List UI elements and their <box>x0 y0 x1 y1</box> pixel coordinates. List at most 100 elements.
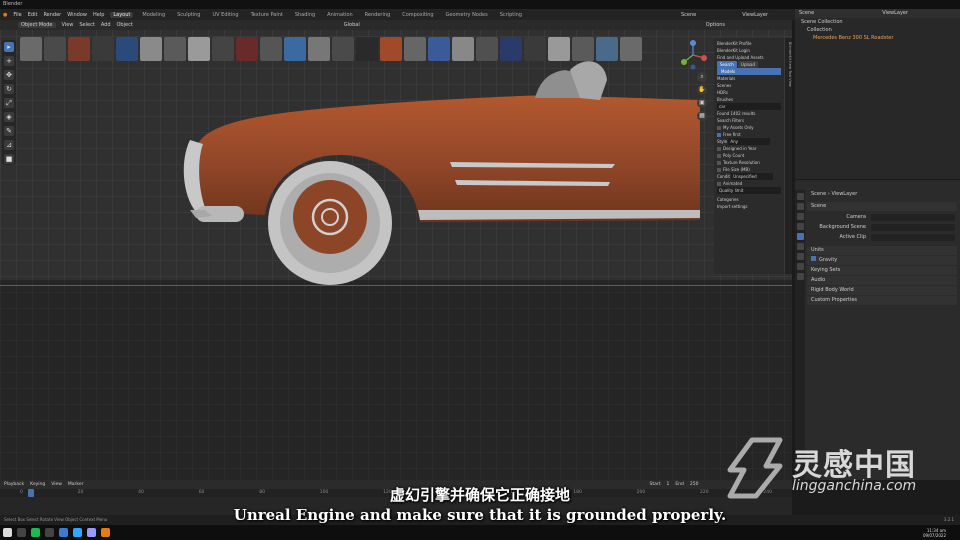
world-tab-icon[interactable] <box>796 243 804 250</box>
tab-modeling[interactable]: Modeling <box>139 12 168 18</box>
asset-thumbnail[interactable] <box>116 37 138 61</box>
asset-thumbnail[interactable] <box>140 37 162 61</box>
asset-thumbnail[interactable] <box>572 37 594 61</box>
animated-checkbox[interactable] <box>717 182 721 186</box>
move-tool-icon[interactable]: ✥ <box>4 70 14 80</box>
measure-tool-icon[interactable]: ⊿ <box>4 140 14 150</box>
audio-section-header[interactable]: Audio <box>807 276 957 285</box>
asset-thumbnail[interactable] <box>212 37 234 61</box>
scene-tab-icon[interactable] <box>796 233 804 240</box>
blenderkit-login-button[interactable]: BlenderKit Login <box>717 47 781 54</box>
menu-window[interactable]: Window <box>67 12 87 18</box>
asset-thumbnail[interactable] <box>92 37 114 61</box>
render-tab-icon[interactable] <box>796 203 804 210</box>
asset-thumbnail[interactable] <box>308 37 330 61</box>
my-assets-checkbox[interactable] <box>717 126 721 130</box>
scene-selector[interactable]: Scene <box>681 12 696 18</box>
blender-taskbar-icon[interactable] <box>101 528 110 537</box>
view-layer-tab-icon[interactable] <box>796 223 804 230</box>
outliner-row-collection[interactable]: Collection <box>795 26 960 34</box>
categories-header[interactable]: Categories <box>717 196 781 203</box>
outliner-row-car-object[interactable]: Mercedes Benz 300 SL Roadster <box>795 34 960 42</box>
asset-thumbnail[interactable] <box>548 37 570 61</box>
asset-thumbnail[interactable] <box>524 37 546 61</box>
asset-thumbnail[interactable] <box>188 37 210 61</box>
asset-thumbnail[interactable] <box>332 37 354 61</box>
asset-thumbnail[interactable] <box>404 37 426 61</box>
car-model[interactable] <box>0 60 792 300</box>
condition-dropdown[interactable]: Unspecified <box>731 173 774 180</box>
physics-tab-icon[interactable] <box>796 273 804 280</box>
asset-type-materials[interactable]: Materials <box>717 75 781 82</box>
tab-compositing[interactable]: Compositing <box>399 12 436 18</box>
asset-type-models[interactable]: Models <box>717 68 781 75</box>
menu-help[interactable]: Help <box>93 12 104 18</box>
scale-tool-icon[interactable]: ⤢ <box>4 98 14 108</box>
cursor-tool-icon[interactable]: + <box>4 56 14 66</box>
scene-section-header[interactable]: Scene <box>807 202 957 211</box>
add-cube-tool-icon[interactable]: ■ <box>4 154 14 164</box>
menu-edit[interactable]: Edit <box>28 12 38 18</box>
view-layer-selector[interactable]: ViewLayer <box>742 12 768 18</box>
zoom-icon[interactable]: ⌕ <box>697 72 707 82</box>
tab-geometry-nodes[interactable]: Geometry Nodes <box>443 12 491 18</box>
file-explorer-icon[interactable] <box>45 528 54 537</box>
windows-start-icon[interactable] <box>3 528 12 537</box>
blenderkit-profile-header[interactable]: BlenderKit Profile <box>717 40 781 47</box>
modifier-tab-icon[interactable] <box>796 263 804 270</box>
units-section-header[interactable]: Units <box>807 246 957 255</box>
asset-thumbnail[interactable] <box>68 37 90 61</box>
asset-thumbnail[interactable] <box>428 37 450 61</box>
tab-rendering[interactable]: Rendering <box>362 12 394 18</box>
file-size-checkbox[interactable] <box>717 168 721 172</box>
sidebar-tabs[interactable]: BlenderKit Item Tool View <box>785 38 792 274</box>
rotate-tool-icon[interactable]: ↻ <box>4 84 14 94</box>
import-settings-header[interactable]: Import settings <box>717 203 781 210</box>
tab-texture-paint[interactable]: Texture Paint <box>248 12 286 18</box>
gravity-section-header[interactable]: Gravity <box>807 256 957 265</box>
find-upload-header[interactable]: Find and Upload Assets <box>717 54 781 61</box>
asset-search-input[interactable]: car <box>717 103 781 110</box>
asset-thumbnail[interactable] <box>20 37 42 61</box>
active-clip-field[interactable] <box>871 234 955 241</box>
tab-shading[interactable]: Shading <box>292 12 318 18</box>
blender-logo-icon[interactable]: ● <box>3 12 7 18</box>
asset-type-hdrs[interactable]: HDRs <box>717 89 781 96</box>
asset-thumbnail[interactable] <box>596 37 618 61</box>
object-tab-icon[interactable] <box>796 253 804 260</box>
chrome-icon[interactable] <box>59 528 68 537</box>
asset-thumbnail[interactable] <box>356 37 378 61</box>
photoshop-icon[interactable] <box>73 528 82 537</box>
asset-thumbnail[interactable] <box>236 37 258 61</box>
tab-sculpting[interactable]: Sculpting <box>174 12 203 18</box>
perspective-grid-icon[interactable]: ▦ <box>697 111 707 121</box>
custom-properties-section-header[interactable]: Custom Properties <box>807 296 957 305</box>
menu-view[interactable]: View <box>62 22 74 28</box>
search-icon[interactable] <box>17 528 26 537</box>
tab-animation[interactable]: Animation <box>324 12 356 18</box>
menu-object[interactable]: Object <box>117 22 133 28</box>
texture-res-checkbox[interactable] <box>717 161 721 165</box>
navigation-gizmo[interactable] <box>678 40 708 70</box>
camera-view-icon[interactable]: ▣ <box>697 98 707 108</box>
tool-tab-icon[interactable] <box>796 193 804 200</box>
gravity-checkbox[interactable] <box>811 256 816 261</box>
search-tab[interactable]: Search <box>717 61 737 68</box>
menu-select[interactable]: Select <box>79 22 94 28</box>
premiere-icon[interactable] <box>87 528 96 537</box>
mode-dropdown[interactable]: Object Mode <box>18 22 56 28</box>
asset-thumbnail[interactable] <box>476 37 498 61</box>
tab-uv-editing[interactable]: UV Editing <box>209 12 241 18</box>
camera-field[interactable] <box>871 214 955 221</box>
viewport-options-button[interactable]: Options <box>706 22 725 28</box>
menu-file[interactable]: File <box>13 12 21 18</box>
background-scene-field[interactable] <box>871 224 955 231</box>
menu-render[interactable]: Render <box>43 12 61 18</box>
upload-tab[interactable]: Upload <box>738 61 759 68</box>
asset-thumbnail[interactable] <box>284 37 306 61</box>
asset-type-brushes[interactable]: Brushes <box>717 96 781 103</box>
annotate-tool-icon[interactable]: ✎ <box>4 126 14 136</box>
outliner-viewlayer-label[interactable]: ViewLayer <box>882 9 908 18</box>
select-tool-icon[interactable]: ▸ <box>4 42 14 52</box>
outliner-scene-label[interactable]: Scene <box>799 9 814 18</box>
